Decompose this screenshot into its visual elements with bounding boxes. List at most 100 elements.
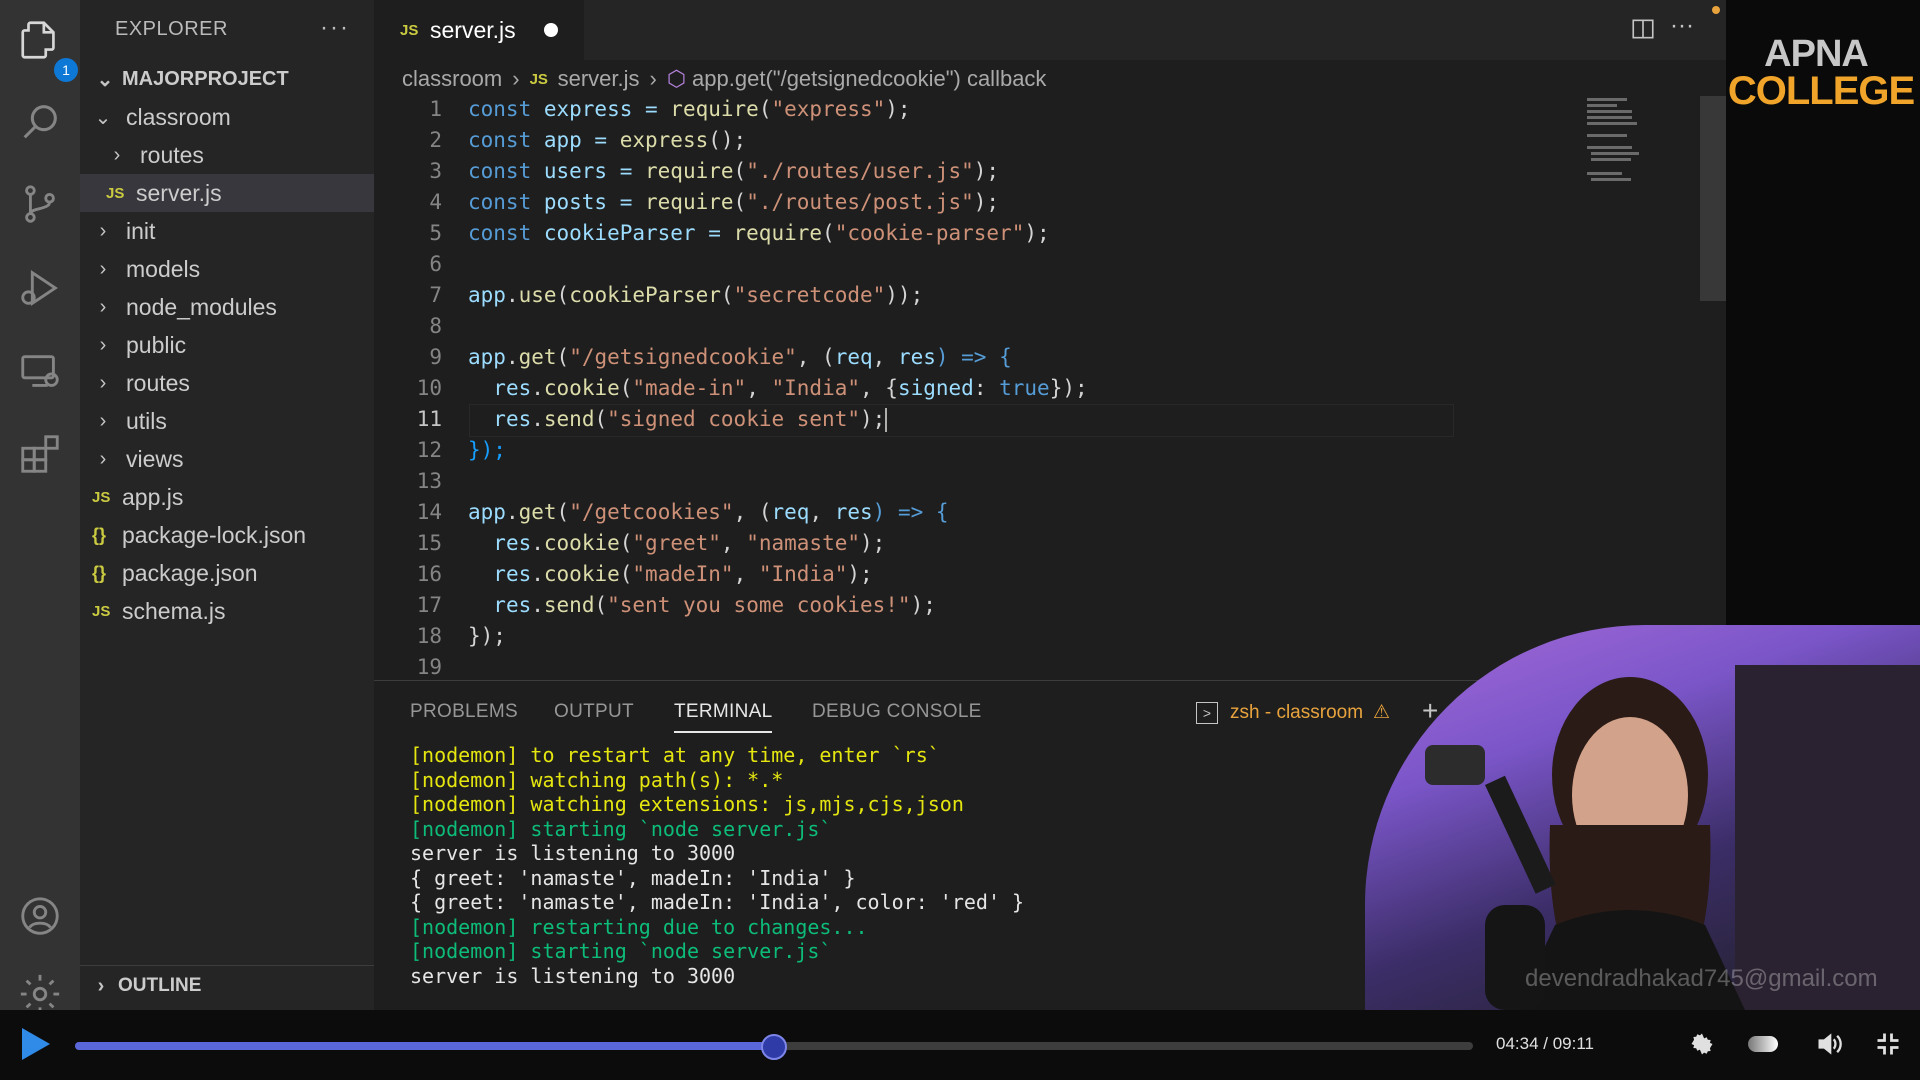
code-token: ); <box>1024 221 1050 245</box>
exit-fullscreen-icon[interactable] <box>1874 1030 1902 1063</box>
breadcrumb: classroom › JS server.js › ⬡ app.get("/g… <box>374 60 1726 98</box>
terminal-selector[interactable]: > zsh - classroom ⚠ <box>1196 701 1390 724</box>
code-line[interactable]: 5 const cookieParser = require("cookie-pa… <box>374 218 1574 249</box>
outline-section[interactable]: › OUTLINE <box>80 965 374 1006</box>
remote-explorer-icon[interactable] <box>14 346 66 398</box>
terminal-line: [nodemon] starting `node server.js` <box>410 939 832 963</box>
code-line[interactable]: 3 const users = require("./routes/user.js… <box>374 156 1574 187</box>
code-token: ( <box>556 283 570 307</box>
minimap[interactable] <box>1585 96 1645 186</box>
tree-item[interactable]: › routes <box>80 136 374 174</box>
code-line[interactable]: 15 res.cookie("greet", "namaste"); <box>374 528 1574 559</box>
project-label: MAJORPROJECT <box>122 67 289 90</box>
chevron-right-icon: › <box>99 409 107 432</box>
tree-item[interactable]: {} package.json <box>80 554 374 592</box>
search-icon[interactable] <box>14 96 66 148</box>
tree-item-label: models <box>126 255 201 282</box>
code-token: "madeIn" <box>632 562 734 586</box>
tree-item[interactable]: JS schema.js <box>80 592 374 630</box>
tab-output[interactable]: OUTPUT <box>554 701 634 723</box>
account-icon[interactable] <box>14 890 66 942</box>
tree-item[interactable]: › views <box>80 440 374 478</box>
code-line[interactable]: 18}); <box>374 621 1574 652</box>
tree-item[interactable]: › init <box>80 212 374 250</box>
code-line[interactable]: 16 res.cookie("madeIn", "India"); <box>374 559 1574 590</box>
code-line[interactable]: 11 res.send("signed cookie sent"); <box>374 404 1574 437</box>
tab-debug-console[interactable]: DEBUG CONSOLE <box>812 701 982 723</box>
code-token: . <box>531 562 544 586</box>
code-line[interactable]: 6 <box>374 249 1574 280</box>
code-line[interactable]: 14 app.get("/getcookies", (req, res) => { <box>374 497 1574 528</box>
tree-item-label: public <box>126 331 187 358</box>
code-line[interactable]: 12}); <box>374 435 1574 466</box>
toggle-icon[interactable] <box>1748 1036 1778 1052</box>
tree-item[interactable]: › routes <box>80 364 374 402</box>
tree-item-label: package.json <box>122 559 258 586</box>
tree-item[interactable]: › utils <box>80 402 374 440</box>
code-line[interactable]: 7 app.use(cookieParser("secretcode")); <box>374 280 1574 311</box>
line-number: 14 <box>416 500 442 524</box>
split-editor-icon[interactable] <box>1630 16 1656 47</box>
play-icon[interactable] <box>20 1026 52 1067</box>
line-number: 4 <box>429 190 442 214</box>
tree-item-label: classroom <box>126 103 231 130</box>
tab-terminal[interactable]: TERMINAL <box>674 701 773 733</box>
tree-item[interactable]: › models <box>80 250 374 288</box>
code-line[interactable]: 1 const express = require("express"); <box>374 98 1574 125</box>
code-editor[interactable]: 1 const express = require("express"); 2 con… <box>374 98 1726 680</box>
explorer-title: EXPLORER <box>115 18 228 40</box>
code-token: "made-in" <box>632 376 747 400</box>
code-token: res <box>493 593 532 617</box>
code-token: ); <box>973 159 1000 183</box>
code-token: cookie <box>543 562 620 586</box>
tree-item[interactable]: › node_modules <box>80 288 374 326</box>
chevron-right-icon: › <box>99 333 107 356</box>
code-line[interactable]: 19 <box>374 652 1574 680</box>
tab-problems[interactable]: PROBLEMS <box>410 701 518 723</box>
tree-item[interactable]: › public <box>80 326 374 364</box>
run-debug-icon[interactable] <box>14 262 66 314</box>
tree-item[interactable]: JS server.js <box>80 174 374 212</box>
code-line[interactable]: 17 res.send("sent you some cookies!"); <box>374 590 1574 621</box>
terminal-line: server is listening to 3000 <box>410 841 736 865</box>
editor-more-icon[interactable]: ··· <box>1670 12 1694 40</box>
code-token: require <box>645 190 734 214</box>
breadcrumb-symbol[interactable]: app.get("/getsignedcookie") callback <box>692 66 1046 92</box>
extensions-icon[interactable] <box>14 428 66 480</box>
code-line[interactable]: 13 <box>374 466 1574 497</box>
code-line[interactable]: 9 app.get("/getsignedcookie", (req, res) … <box>374 342 1574 373</box>
seek-bar[interactable] <box>75 1034 1473 1060</box>
chevron-right-icon: › <box>99 371 107 394</box>
more-actions-icon[interactable]: ··· <box>320 14 350 42</box>
seek-bar-progress <box>75 1042 773 1050</box>
settings-icon[interactable] <box>1688 1030 1716 1063</box>
seek-handle[interactable] <box>761 1034 788 1060</box>
line-number: 8 <box>429 314 442 338</box>
line-number: 11 <box>416 407 442 431</box>
code-token: require <box>645 159 734 183</box>
source-control-icon[interactable] <box>14 178 66 230</box>
code-token: ); <box>910 593 936 617</box>
code-token: get <box>518 500 557 524</box>
explorer-icon[interactable]: 1 <box>14 14 78 82</box>
code-line[interactable]: 8 <box>374 311 1574 342</box>
breadcrumb-file[interactable]: server.js <box>558 66 640 92</box>
tab-server-js[interactable]: JS server.js <box>374 0 584 60</box>
line-number: 17 <box>416 593 442 617</box>
breadcrumb-folder[interactable]: classroom <box>402 66 502 92</box>
tree-item[interactable]: ⌄ classroom <box>80 98 374 136</box>
code-line[interactable]: 10 res.cookie("made-in", "India", {signe… <box>374 373 1574 404</box>
editor-scrollbar[interactable] <box>1700 96 1726 301</box>
project-root[interactable]: ⌄ MAJORPROJECT <box>80 60 374 98</box>
js-file-icon: JS <box>92 488 111 506</box>
code-line[interactable]: 4 const posts = require("./routes/post.js… <box>374 187 1574 218</box>
unsaved-dot-icon[interactable] <box>543 23 558 37</box>
chevron-right-icon: › <box>99 219 107 242</box>
code-token: : <box>973 376 1000 400</box>
code-token: posts = <box>531 190 646 214</box>
tree-item[interactable]: JS app.js <box>80 478 374 516</box>
code-token: }); <box>468 438 506 462</box>
code-line[interactable]: 2 const app = express(); <box>374 125 1574 156</box>
tree-item[interactable]: {} package-lock.json <box>80 516 374 554</box>
volume-icon[interactable] <box>1814 1030 1844 1063</box>
